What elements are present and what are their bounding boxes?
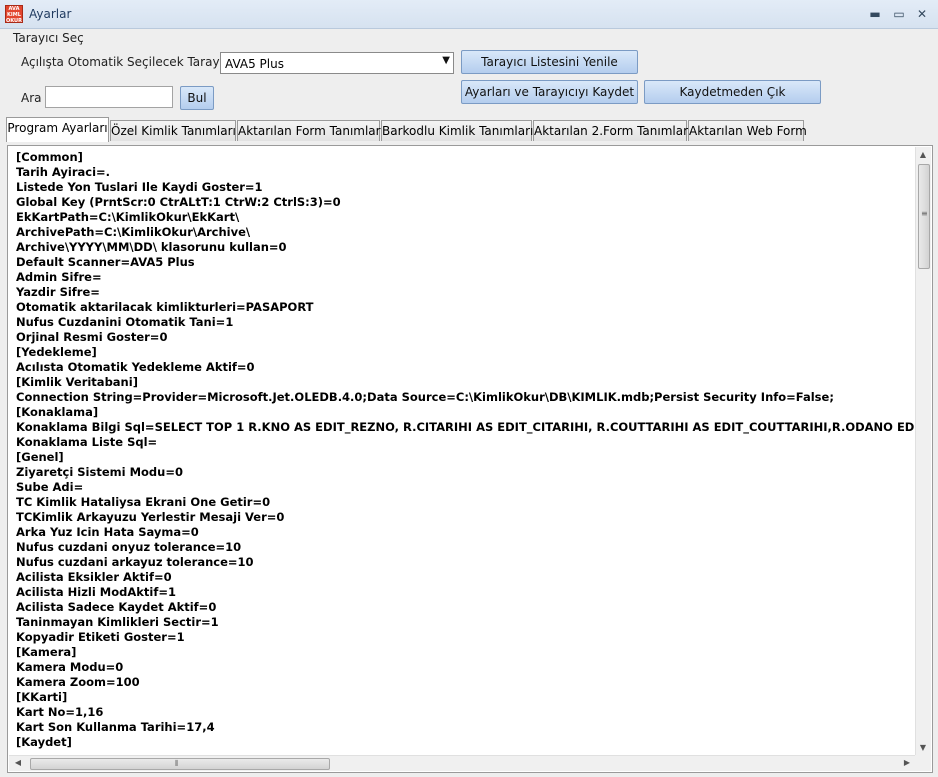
search-label: Ara (21, 91, 42, 105)
settings-line: Nufus Cuzdanini Otomatik Tani=1 (16, 315, 234, 329)
tab-custom-id-definitions[interactable]: Özel Kimlik Tanımları (110, 120, 236, 141)
settings-line: Acilista Eksikler Aktif=0 (16, 570, 172, 584)
settings-line: [Kimlik Veritabani] (16, 375, 138, 389)
settings-line: TC Kimlik Hataliysa Ekrani One Getir=0 (16, 495, 271, 509)
refresh-scanner-list-button[interactable]: Tarayıcı Listesini Yenile (461, 50, 638, 74)
auto-scanner-label: Açılışta Otomatik Seçilecek Tarayıcı (21, 55, 233, 69)
settings-line: Taninmayan Kimlikleri Sectir=1 (16, 615, 219, 629)
settings-line: Kamera Modu=0 (16, 660, 124, 674)
settings-line: [Kamera] (16, 645, 77, 659)
exit-without-save-button[interactable]: Kaydetmeden Çık (644, 80, 821, 104)
find-button[interactable]: Bul (180, 86, 214, 110)
settings-line: [Kaydet] (16, 735, 72, 749)
settings-line: Listede Yon Tuslari Ile Kaydi Goster=1 (16, 180, 263, 194)
horizontal-scrollbar[interactable]: ◀ ⦀ ▶ (9, 755, 916, 771)
settings-line: [Yedekleme] (16, 345, 97, 359)
settings-line: Konaklama Bilgi Sql=SELECT TOP 1 R.KNO A… (16, 420, 916, 434)
settings-line: Admin Sifre= (16, 270, 102, 284)
maximize-icon[interactable]: ▭ (891, 6, 907, 22)
settings-line: Otomatik aktarilacak kimlikturleri=PASAP… (16, 300, 314, 314)
tab-transferred-form-definitions[interactable]: Aktarılan Form Tanımları (237, 120, 384, 141)
settings-line: Acılısta Otomatik Yedekleme Aktif=0 (16, 360, 255, 374)
tab-program-settings[interactable]: Program Ayarları (6, 117, 109, 142)
settings-text-editor[interactable]: [Common] Tarih Ayiraci=. Listede Yon Tus… (9, 147, 916, 756)
grip-icon: ⦀ (175, 759, 179, 768)
settings-line: Default Scanner=AVA5 Plus (16, 255, 195, 269)
settings-line: Archive\YYYY\MM\DD\ klasorunu kullan=0 (16, 240, 287, 254)
settings-line: Nufus cuzdani arkayuz tolerance=10 (16, 555, 254, 569)
grip-icon: ≡ (921, 209, 928, 218)
settings-line: [Common] (16, 150, 83, 164)
scroll-down-arrow-icon[interactable]: ▼ (916, 741, 930, 755)
settings-line: Global Key (PrntScr:0 CtrALtT:1 CtrW:2 C… (16, 195, 341, 209)
settings-line: Acilista Sadece Kaydet Aktif=0 (16, 600, 217, 614)
settings-line: ArchivePath=C:\KimlikOkur\Archive\ (16, 225, 251, 239)
save-settings-button[interactable]: Ayarları ve Tarayıcıyı Kaydet (461, 80, 638, 104)
scrollbar-corner (915, 755, 931, 771)
settings-line: [KKarti] (16, 690, 68, 704)
chevron-down-icon[interactable]: ▼ (442, 55, 450, 66)
window-title: Ayarlar (29, 7, 72, 21)
settings-line: Kamera Zoom=100 (16, 675, 140, 689)
settings-line: TCKimlik Arkayuzu Yerlestir Mesaji Ver=0 (16, 510, 285, 524)
settings-line: Tarih Ayiraci=. (16, 165, 111, 179)
settings-line: Orjinal Resmi Goster=0 (16, 330, 168, 344)
horizontal-scroll-thumb[interactable]: ⦀ (30, 758, 330, 770)
vertical-scrollbar[interactable]: ▲ ≡ ▼ (915, 147, 931, 756)
tab-barcode-id-definitions[interactable]: Barkodlu Kimlik Tanımları (381, 120, 533, 141)
vertical-scroll-thumb[interactable]: ≡ (918, 164, 930, 269)
scroll-up-arrow-icon[interactable]: ▲ (916, 148, 930, 162)
settings-line: Ziyaretçi Sistemi Modu=0 (16, 465, 183, 479)
search-input[interactable] (45, 86, 173, 108)
scroll-right-arrow-icon[interactable]: ▶ (900, 756, 914, 770)
settings-line: Nufus cuzdani onyuz tolerance=10 (16, 540, 242, 554)
settings-line: Kart Son Kullanma Tarihi=17,4 (16, 720, 215, 734)
settings-line: Acilista Hizli ModAktif=1 (16, 585, 177, 599)
tab-transferred-form2-definitions[interactable]: Aktarılan 2.Form Tanımları (533, 120, 691, 141)
settings-line: Konaklama Liste Sql= (16, 435, 158, 449)
title-bar: AVA KIML OKUR Ayarlar ▬ ▭ ✕ (0, 0, 938, 29)
settings-line: Sube Adi= (16, 480, 84, 494)
settings-line: [Genel] (16, 450, 64, 464)
tab-transferred-web-form[interactable]: Aktarılan Web Form (688, 120, 807, 141)
settings-line: [Konaklama] (16, 405, 99, 419)
settings-line: EkKartPath=C:\KimlikOkur\EkKart\ (16, 210, 240, 224)
close-icon[interactable]: ✕ (914, 6, 930, 22)
scroll-left-arrow-icon[interactable]: ◀ (11, 756, 25, 770)
settings-panel: [Common] Tarih Ayiraci=. Listede Yon Tus… (7, 145, 933, 773)
app-logo-icon: AVA KIML OKUR (5, 5, 23, 23)
scanner-group-label: Tarayıcı Seç (13, 31, 84, 45)
settings-line: Arka Yuz Icin Hata Sayma=0 (16, 525, 199, 539)
settings-line: Kart No=1,16 (16, 705, 104, 719)
settings-line: Yazdir Sifre= (16, 285, 100, 299)
settings-line: Kopyadir Etiketi Goster=1 (16, 630, 185, 644)
settings-line: Connection String=Provider=Microsoft.Jet… (16, 390, 834, 404)
scanner-select[interactable]: AVA5 Plus ▼ (220, 52, 454, 74)
window-client: Tarayıcı Seç Açılışta Otomatik Seçilecek… (0, 29, 938, 777)
scanner-select-value: AVA5 Plus (225, 57, 284, 71)
minimize-icon[interactable]: ▬ (867, 6, 883, 22)
